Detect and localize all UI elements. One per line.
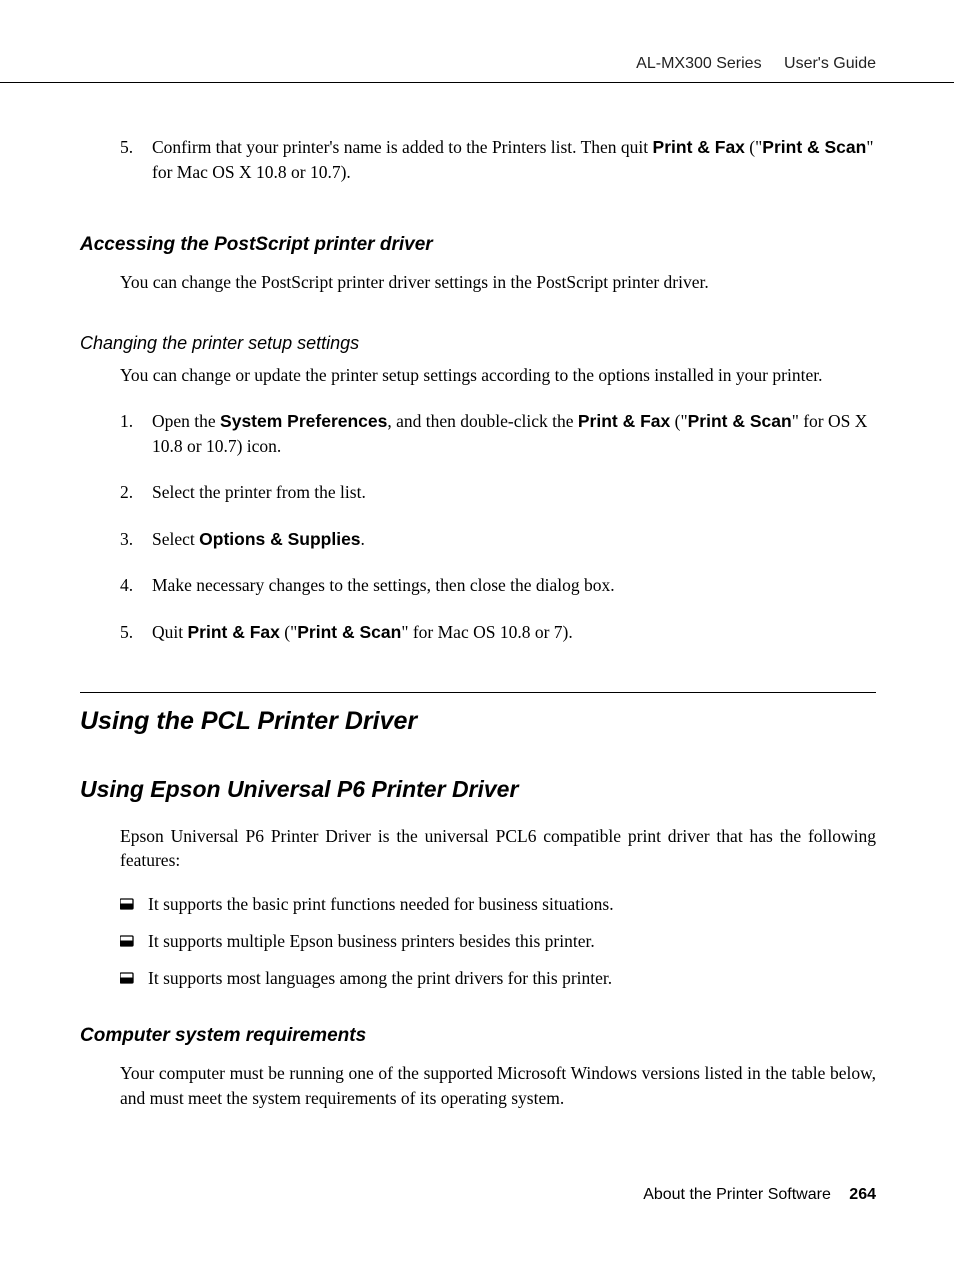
- heading-accessing-postscript: Accessing the PostScript printer driver: [80, 234, 876, 256]
- footer-chapter: About the Printer Software: [643, 1186, 831, 1203]
- list-item: It supports multiple Epson business prin…: [120, 931, 876, 952]
- heading-using-epson-p6: Using Epson Universal P6 Printer Driver: [80, 776, 876, 803]
- step-text: Make necessary changes to the settings, …: [152, 573, 876, 598]
- paragraph: Your computer must be running one of the…: [120, 1061, 876, 1110]
- text-part: Select: [152, 529, 199, 549]
- bullet-box-icon: [120, 894, 148, 915]
- text-part: , and then double-click the: [387, 411, 578, 431]
- step-text: Quit Print & Fax ("Print & Scan" for Mac…: [152, 620, 876, 645]
- text-part: Quit: [152, 622, 188, 642]
- section-divider: [80, 692, 876, 693]
- step-number: 1.: [120, 409, 152, 458]
- text-part: (": [280, 622, 297, 642]
- bold-print-fax: Print & Fax: [578, 411, 670, 431]
- bullet-text: It supports most languages among the pri…: [148, 968, 612, 989]
- page-content: 5. Confirm that your printer's name is a…: [80, 135, 876, 1130]
- paragraph: You can change or update the printer set…: [120, 364, 876, 388]
- list-item: It supports most languages among the pri…: [120, 968, 876, 989]
- page-footer: About the Printer Software 264: [643, 1186, 876, 1204]
- bullet-box-icon: [120, 931, 148, 952]
- text-part: (": [745, 137, 762, 157]
- bullet-text: It supports the basic print functions ne…: [148, 894, 614, 915]
- step-text: Select Options & Supplies.: [152, 527, 876, 552]
- step-number: 5.: [120, 620, 152, 645]
- paragraph: Epson Universal P6 Printer Driver is the…: [120, 825, 876, 872]
- bold-print-fax: Print & Fax: [653, 137, 745, 157]
- bullet-box-icon: [120, 968, 148, 989]
- bullet-list: It supports the basic print functions ne…: [120, 894, 876, 989]
- step-number: 3.: [120, 527, 152, 552]
- header-divider: [0, 82, 954, 83]
- text-part: Confirm that your printer's name is adde…: [152, 137, 653, 157]
- text-part: " for Mac OS 10.8 or 7).: [401, 622, 572, 642]
- step-2: 2. Select the printer from the list.: [80, 480, 876, 505]
- ordered-steps: 1. Open the System Preferences, and then…: [80, 409, 876, 644]
- page-header: AL-MX300 Series User's Guide: [636, 55, 876, 73]
- bold-print-scan: Print & Scan: [762, 137, 866, 157]
- heading-using-pcl-driver: Using the PCL Printer Driver: [80, 707, 876, 736]
- step-1: 1. Open the System Preferences, and then…: [80, 409, 876, 458]
- continued-step-5: 5. Confirm that your printer's name is a…: [80, 135, 876, 184]
- subheading-changing-settings: Changing the printer setup settings: [80, 333, 876, 354]
- header-doc-title: User's Guide: [784, 55, 876, 72]
- heading-computer-system-requirements: Computer system requirements: [80, 1025, 876, 1047]
- step-5: 5. Quit Print & Fax ("Print & Scan" for …: [80, 620, 876, 645]
- list-item: It supports the basic print functions ne…: [120, 894, 876, 915]
- step-number: 5.: [120, 135, 152, 184]
- bold-print-fax: Print & Fax: [188, 622, 280, 642]
- header-series: AL-MX300 Series: [636, 55, 761, 72]
- step-number: 4.: [120, 573, 152, 598]
- paragraph: You can change the PostScript printer dr…: [120, 270, 876, 295]
- bold-print-scan: Print & Scan: [297, 622, 401, 642]
- step-text: Confirm that your printer's name is adde…: [152, 135, 876, 184]
- bold-options-supplies: Options & Supplies: [199, 529, 360, 549]
- bold-print-scan: Print & Scan: [688, 411, 792, 431]
- text-part: (": [670, 411, 687, 431]
- bold-system-preferences: System Preferences: [220, 411, 387, 431]
- text-part: Open the: [152, 411, 220, 431]
- footer-page-number: 264: [849, 1186, 876, 1203]
- step-number: 2.: [120, 480, 152, 505]
- bullet-text: It supports multiple Epson business prin…: [148, 931, 595, 952]
- text-part: .: [361, 529, 365, 549]
- step-3: 3. Select Options & Supplies.: [80, 527, 876, 552]
- step-text: Open the System Preferences, and then do…: [152, 409, 876, 458]
- step-text: Select the printer from the list.: [152, 480, 876, 505]
- step-4: 4. Make necessary changes to the setting…: [80, 573, 876, 598]
